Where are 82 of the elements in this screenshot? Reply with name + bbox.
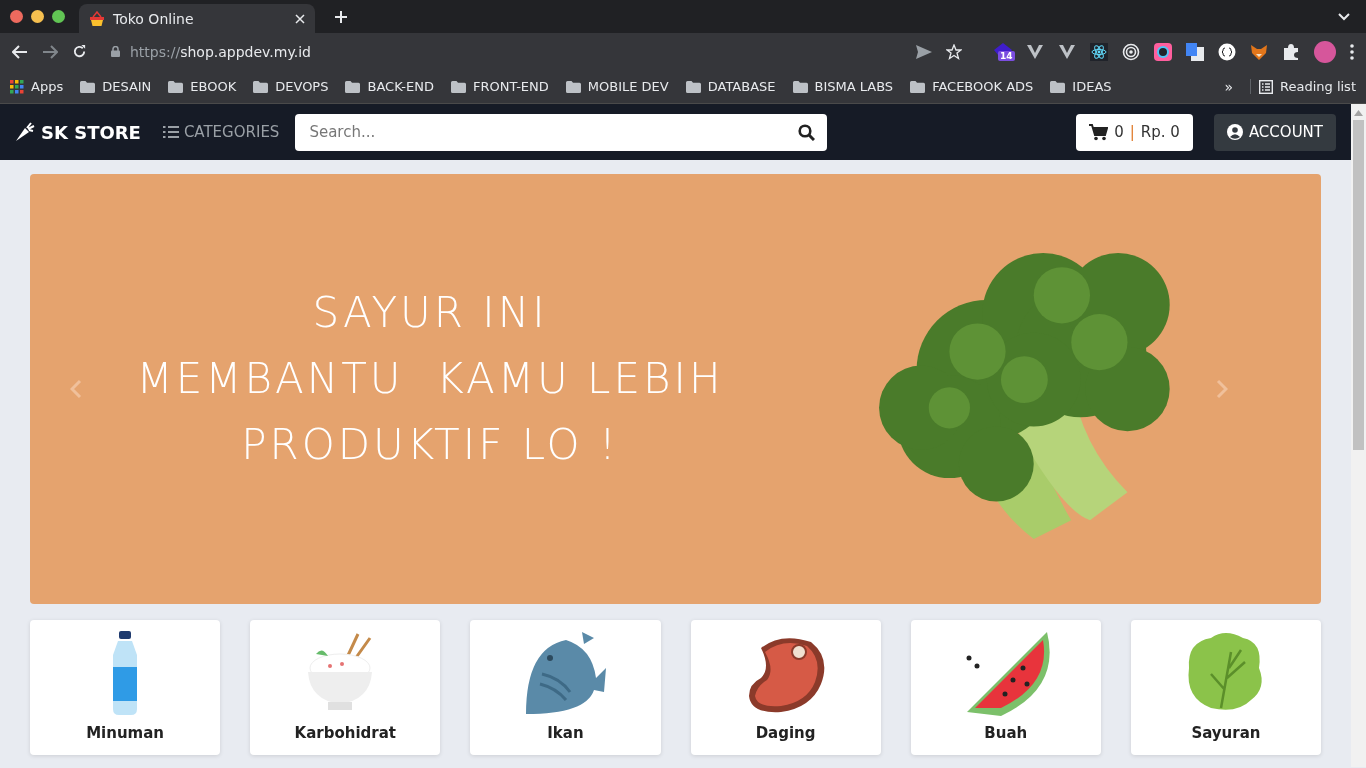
folder-icon: [168, 80, 184, 93]
translate-icon[interactable]: [1186, 42, 1204, 61]
bookmarks-overflow[interactable]: »: [1224, 78, 1233, 95]
category-card[interactable]: Karbohidrat: [250, 620, 441, 755]
address-bar[interactable]: https://shop.appdev.my.id: [111, 43, 902, 60]
reload-icon[interactable]: [72, 44, 87, 59]
carrot-icon: [15, 122, 35, 142]
forward-icon[interactable]: [42, 44, 58, 59]
list-icon: [1259, 79, 1273, 94]
target-icon[interactable]: [1122, 42, 1140, 61]
folder-icon: [345, 80, 361, 93]
category-label: Sayuran: [1191, 724, 1261, 742]
bookmark-link[interactable]: MOBILE DEV: [565, 79, 669, 94]
folder-icon: [253, 80, 269, 93]
bookmark-link[interactable]: EBOOK: [168, 79, 237, 94]
atom-icon[interactable]: [1090, 42, 1108, 61]
folder-icon: [792, 80, 808, 93]
minimize-window-button[interactable]: [31, 10, 44, 23]
water-bottle-icon: [111, 629, 140, 717]
banner-headline-line: SAYUR INI: [312, 287, 548, 339]
maximize-window-button[interactable]: [52, 10, 65, 23]
category-label: Daging: [755, 724, 816, 742]
v-logo-icon[interactable]: [1026, 42, 1044, 61]
folder-icon: [80, 80, 96, 93]
fox-icon[interactable]: [1250, 42, 1268, 61]
bookmark-link[interactable]: DEVOPS: [253, 79, 329, 94]
search-field[interactable]: Search...: [295, 113, 828, 151]
tab-title: Toko Online: [113, 10, 195, 27]
bookmark-link[interactable]: DATABASE: [685, 79, 776, 94]
scrollbar-thumb[interactable]: [1353, 120, 1364, 450]
categories-link[interactable]: CATEGORIES: [162, 123, 280, 141]
url-text: https://shop.appdev.my.id: [130, 43, 311, 60]
banner-headline-line: PRODUKTIF LO !: [241, 419, 619, 471]
category-card[interactable]: Daging: [690, 620, 881, 755]
ring-icon[interactable]: [1154, 42, 1172, 61]
close-window-button[interactable]: [10, 10, 23, 23]
bookmark-link[interactable]: BACK-END: [345, 79, 434, 94]
braces-icon[interactable]: [1218, 42, 1236, 61]
v-logo-icon[interactable]: [1058, 42, 1076, 61]
folder-icon: [450, 80, 466, 93]
bookmark-link[interactable]: FACEBOOK ADS: [910, 79, 1034, 94]
banner-headline-line: MEMBANTU KAMU LEBIH: [136, 353, 724, 405]
account-button[interactable]: ACCOUNT: [1213, 113, 1336, 151]
category-label: Minuman: [86, 724, 164, 742]
lock-icon: [111, 46, 120, 57]
new-tab-icon[interactable]: [335, 10, 347, 23]
category-card[interactable]: Buah: [910, 620, 1101, 755]
more-icon[interactable]: [1350, 43, 1354, 60]
basket-icon: [89, 10, 105, 27]
bookmark-link[interactable]: IDEAS: [1050, 79, 1112, 94]
close-icon[interactable]: [295, 13, 305, 24]
category-card[interactable]: Minuman: [30, 620, 221, 755]
browser-tab[interactable]: Toko Online: [79, 4, 315, 33]
list-icon: [162, 125, 179, 139]
reading-list-button[interactable]: Reading list: [1250, 79, 1356, 94]
folder-icon: [910, 80, 926, 93]
category-card[interactable]: Ikan: [470, 620, 661, 755]
category-label: Ikan: [547, 724, 584, 742]
bookmark-link[interactable]: FRONT-END: [450, 79, 549, 94]
bookmark-link[interactable]: BISMA LABS: [792, 79, 894, 94]
send-icon[interactable]: [916, 44, 932, 59]
folder-icon: [685, 80, 701, 93]
bookmark-link[interactable]: Apps: [10, 79, 64, 94]
back-icon[interactable]: [12, 44, 28, 59]
brand-logo[interactable]: SK STORE: [15, 121, 141, 143]
bookmark-link[interactable]: DESAIN: [80, 79, 152, 94]
star-icon[interactable]: [946, 43, 962, 60]
cart-icon: [1089, 123, 1109, 141]
extension-icon[interactable]: 14: [994, 42, 1012, 61]
cart-button[interactable]: 0 | Rp. 0: [1076, 113, 1193, 151]
badge-count: 14: [998, 50, 1015, 61]
folder-icon: [1050, 80, 1066, 93]
apps-grid-icon: [10, 79, 24, 94]
puzzle-icon[interactable]: [1282, 42, 1300, 61]
avatar[interactable]: [1314, 40, 1336, 63]
category-card[interactable]: Sayuran: [1130, 620, 1322, 755]
search-icon[interactable]: [798, 123, 816, 141]
chevron-down-icon[interactable]: [1338, 12, 1350, 21]
user-circle-icon: [1226, 124, 1243, 140]
category-label: Buah: [984, 724, 1028, 742]
category-label: Karbohidrat: [294, 724, 396, 742]
folder-icon: [565, 80, 581, 93]
